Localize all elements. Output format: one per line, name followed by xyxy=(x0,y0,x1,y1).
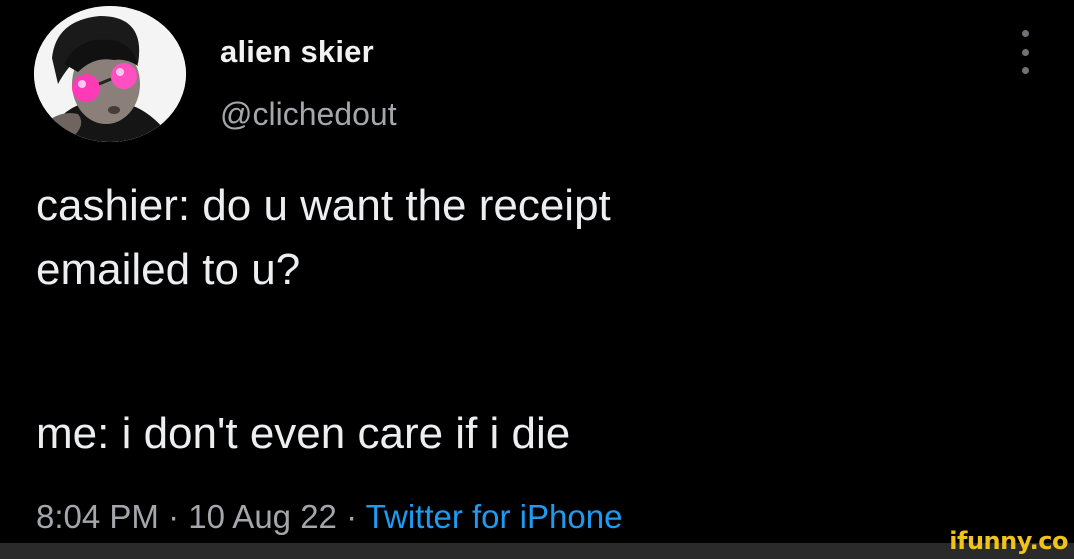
vertical-ellipsis-icon xyxy=(1021,67,1029,74)
vertical-ellipsis-icon xyxy=(1021,30,1029,37)
vertical-ellipsis-icon xyxy=(1021,48,1029,56)
separator: · xyxy=(346,498,358,535)
tweet-date[interactable]: 10 Aug 22 xyxy=(188,498,337,535)
tweet-text-line: cashier: do u want the receipt xyxy=(36,181,611,230)
avatar[interactable] xyxy=(34,6,186,142)
watermark-bar xyxy=(0,543,1074,559)
tweet-metadata: 8:04 PM · 10 Aug 22 · Twitter for iPhone xyxy=(36,498,622,536)
profile-photo xyxy=(34,6,186,142)
separator: · xyxy=(168,498,180,535)
tweet-text-line: me: i don't even care if i die xyxy=(36,409,571,458)
tweet-time[interactable]: 8:04 PM xyxy=(36,498,159,535)
author-display-name[interactable]: alien skier xyxy=(220,34,374,70)
tweet-source-link[interactable]: Twitter for iPhone xyxy=(366,498,623,535)
tweet-text: cashier: do u want the receipt emailed t… xyxy=(36,174,996,466)
author-handle[interactable]: @clichedout xyxy=(220,96,397,133)
tweet-text-line: emailed to u? xyxy=(36,245,301,294)
watermark-logo: ifunny.co xyxy=(949,527,1068,555)
more-options-button[interactable] xyxy=(1010,30,1040,74)
